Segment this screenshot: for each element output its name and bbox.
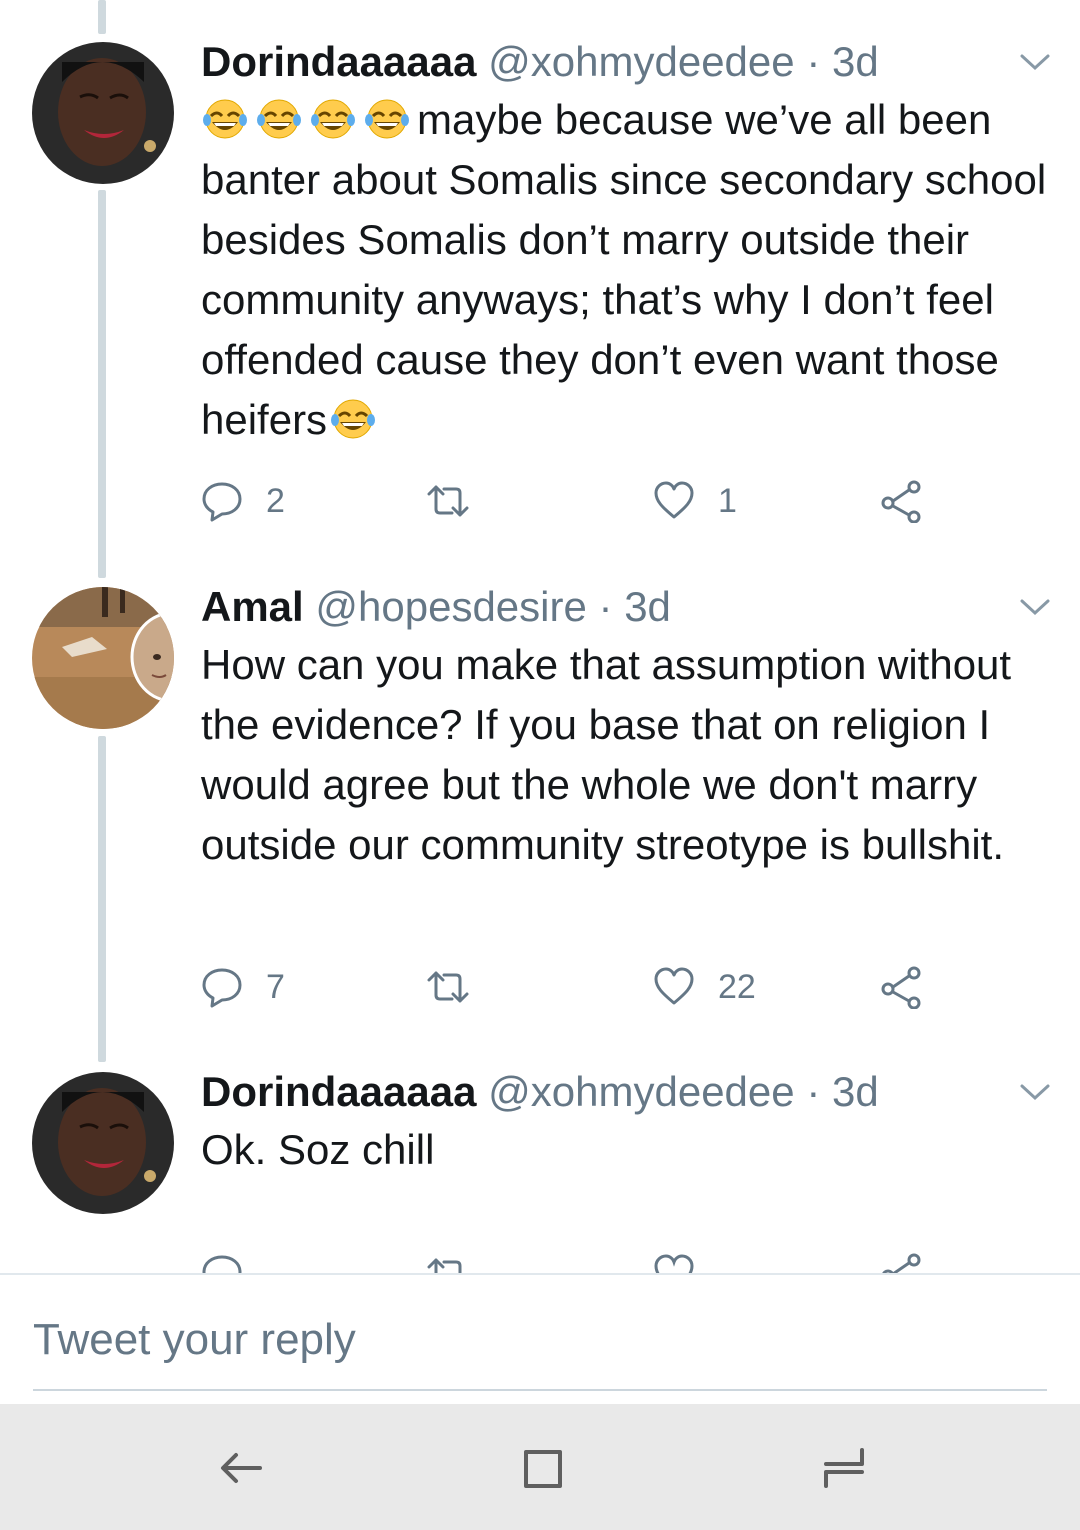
tweet-header: Amal @hopesdesire · 3d (201, 581, 671, 633)
recents-icon[interactable] (818, 1442, 870, 1494)
avatar[interactable] (32, 587, 174, 729)
emoji-icon (363, 96, 417, 143)
tweet-text: How can you make that assumption without… (201, 641, 1012, 868)
like-button[interactable] (652, 1249, 696, 1273)
chevron-down-icon[interactable] (1018, 1080, 1052, 1104)
tweet-actions (0, 1249, 1080, 1273)
emoji-icon (327, 396, 383, 443)
timestamp[interactable]: 3d (832, 38, 879, 85)
share-icon (881, 966, 921, 1009)
tweet-header: Dorindaaaaaa @xohmydeedee · 3d (201, 36, 879, 88)
tweet-actions: 7 22 (0, 962, 1080, 1012)
back-icon[interactable] (216, 1442, 268, 1494)
reply-count: 2 (266, 481, 285, 520)
avatar[interactable] (32, 1072, 174, 1214)
reply-input[interactable]: Tweet your reply (33, 1315, 356, 1365)
home-icon[interactable] (516, 1442, 568, 1494)
chevron-down-icon[interactable] (1018, 50, 1052, 74)
system-nav-bar (0, 1404, 1080, 1530)
reply-icon (202, 482, 242, 522)
reply-icon (202, 1255, 242, 1273)
like-icon (654, 967, 694, 1005)
username[interactable]: @hopesdesire (315, 583, 586, 630)
reply-button[interactable]: 7 (200, 962, 285, 1012)
separator-dot: · (598, 583, 613, 630)
username[interactable]: @xohmydeedee (488, 38, 795, 85)
display-name[interactable]: Dorindaaaaaa (201, 1068, 476, 1115)
username[interactable]: @xohmydeedee (488, 1068, 795, 1115)
reply-input-underline (33, 1389, 1047, 1391)
reply-button[interactable]: 2 (200, 476, 285, 526)
share-button[interactable] (880, 1249, 924, 1273)
retweet-icon (427, 1258, 462, 1273)
retweet-icon (427, 971, 469, 1003)
tweet-actions: 2 1 (0, 476, 1080, 526)
chevron-down-icon[interactable] (1018, 595, 1052, 619)
reply-composer: Tweet your reply (0, 1273, 1080, 1406)
reply-icon (202, 968, 242, 1008)
timestamp[interactable]: 3d (832, 1068, 879, 1115)
tweet-header: Dorindaaaaaa @xohmydeedee · 3d (201, 1066, 879, 1118)
retweet-button[interactable] (426, 962, 470, 1012)
tweet-text: maybe because we’ve all been banter abou… (201, 90, 1061, 450)
display-name[interactable]: Amal (201, 583, 304, 630)
share-icon (882, 1253, 921, 1273)
display-name[interactable]: Dorindaaaaaa (201, 38, 476, 85)
retweet-button[interactable] (426, 476, 470, 526)
thread-line-top (98, 0, 106, 34)
separator-dot: · (806, 38, 821, 85)
emoji-icon (309, 96, 363, 143)
tweet-2[interactable]: Amal @hopesdesire · 3d How can you make … (0, 581, 1080, 1021)
reply-button[interactable] (200, 1249, 244, 1273)
retweet-button[interactable] (426, 1249, 470, 1273)
avatar[interactable] (32, 42, 174, 184)
like-icon (654, 481, 694, 519)
tweet-1[interactable]: Dorindaaaaaa @xohmydeedee · 3d maybe bec… (0, 36, 1080, 536)
share-button[interactable] (880, 476, 924, 526)
retweet-icon (427, 485, 469, 517)
emoji-icon (201, 96, 255, 143)
like-count: 1 (718, 481, 737, 520)
tweet-text-content: maybe because we’ve all been banter abou… (201, 96, 1047, 443)
emoji-icon (255, 96, 309, 143)
tweet-3[interactable]: Dorindaaaaaa @xohmydeedee · 3d Ok. Soz c… (0, 1066, 1080, 1273)
like-count: 22 (718, 967, 756, 1006)
like-button[interactable]: 22 (652, 962, 756, 1012)
reply-count: 7 (266, 967, 285, 1006)
like-icon (654, 1254, 694, 1273)
like-button[interactable]: 1 (652, 476, 737, 526)
share-button[interactable] (880, 962, 924, 1012)
tweet-text: Ok. Soz chill (201, 1126, 435, 1173)
share-icon (881, 480, 921, 523)
separator-dot: · (806, 1068, 821, 1115)
timestamp[interactable]: 3d (624, 583, 671, 630)
